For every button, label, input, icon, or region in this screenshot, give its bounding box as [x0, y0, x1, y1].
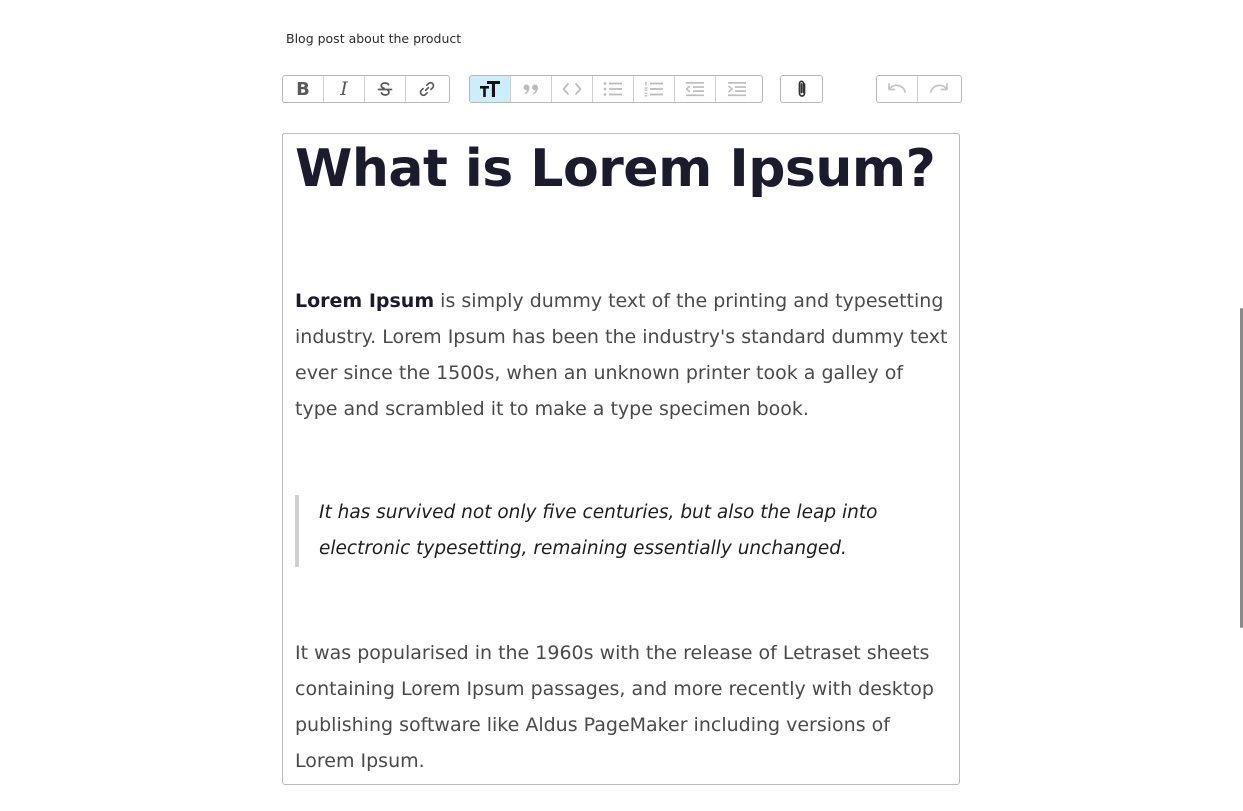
link-icon	[419, 81, 434, 97]
indent-icon	[727, 82, 746, 97]
attach-file-button[interactable]	[781, 76, 822, 102]
code-icon	[562, 83, 582, 95]
redo-icon	[929, 83, 948, 93]
increase-indent-button[interactable]	[716, 76, 757, 102]
numbered-list-button[interactable]	[634, 76, 675, 102]
undo-button[interactable]	[877, 76, 918, 102]
numbered-list-icon	[644, 81, 663, 97]
rich-text-editor[interactable]: What is Lorem Ipsum? Lorem Ipsum is simp…	[282, 133, 960, 785]
italic-button[interactable]: I	[324, 76, 365, 102]
field-label: Blog post about the product	[286, 31, 462, 46]
italic-icon: I	[340, 78, 348, 100]
heading-icon	[480, 81, 500, 97]
redo-button[interactable]	[918, 76, 959, 102]
content-heading: What is Lorem Ipsum?	[295, 139, 936, 199]
intro-paragraph: Lorem Ipsum is simply dummy text of the …	[295, 283, 950, 427]
intro-bold-text: Lorem Ipsum	[295, 290, 435, 312]
history-group	[876, 75, 962, 103]
text-formatting-group: B I	[282, 75, 450, 103]
closing-paragraph: It was popularised in the 1960s with the…	[295, 642, 934, 772]
quote-icon	[523, 84, 538, 95]
strikethrough-icon	[377, 82, 393, 96]
bold-button[interactable]: B	[283, 76, 324, 102]
bold-icon: B	[296, 78, 310, 100]
file-tools-group	[780, 75, 823, 103]
bullet-list-icon	[603, 82, 622, 96]
heading-button[interactable]	[470, 76, 511, 102]
page: Blog post about the product B I What is …	[0, 0, 1243, 811]
undo-icon	[888, 83, 906, 93]
bullet-list-button[interactable]	[593, 76, 634, 102]
strikethrough-button[interactable]	[365, 76, 406, 102]
decrease-indent-button[interactable]	[675, 76, 716, 102]
outdent-icon	[685, 82, 704, 97]
link-button[interactable]	[406, 76, 447, 102]
blockquote: It has survived not only five centuries,…	[295, 495, 935, 567]
block-formatting-group	[469, 75, 763, 103]
quote-button[interactable]	[511, 76, 552, 102]
paperclip-icon	[798, 80, 805, 97]
code-button[interactable]	[552, 76, 593, 102]
